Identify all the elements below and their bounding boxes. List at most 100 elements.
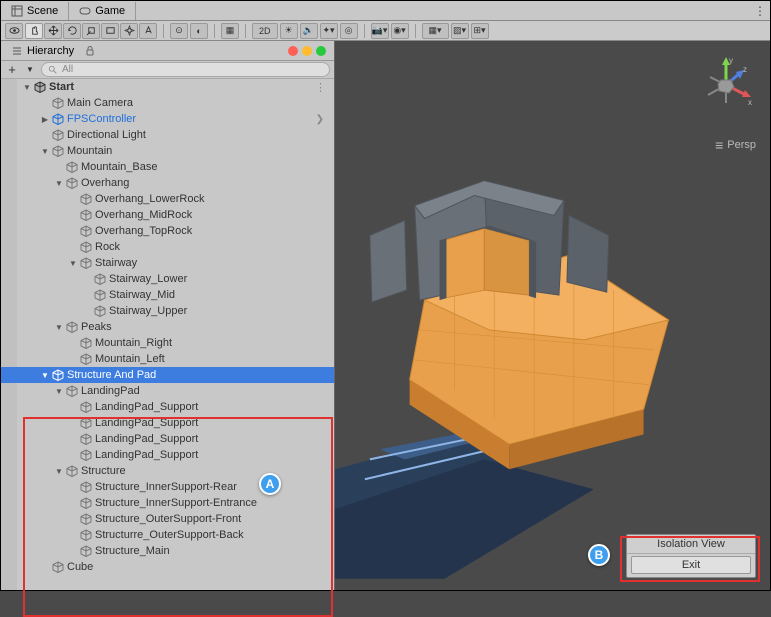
tree-item[interactable]: ▼Peaks [1, 319, 334, 335]
pivot-mode[interactable]: ⊙ [170, 23, 188, 39]
expand-toggle[interactable]: ▼ [53, 179, 65, 188]
callout-a: A [259, 473, 281, 495]
add-object-button[interactable]: + [5, 62, 19, 77]
expand-toggle[interactable]: ▼ [53, 387, 65, 396]
tree-item[interactable]: Overhang_LowerRock [1, 191, 334, 207]
tree-item[interactable]: Structure_Main [1, 543, 334, 559]
tab-game[interactable]: Game [69, 2, 136, 20]
tree-item[interactable]: Cube [1, 559, 334, 575]
tree-item[interactable]: Rock [1, 239, 334, 255]
camera-toggle[interactable]: 📷▾ [371, 23, 389, 39]
move-tool[interactable] [44, 23, 62, 39]
tree-item[interactable]: ▶ FPSController ❯ [1, 111, 334, 127]
add-dropdown[interactable]: ▼ [23, 65, 37, 74]
tree-item[interactable]: ▼ LandingPad [1, 383, 334, 399]
tree-item[interactable]: Overhang_TopRock [1, 223, 334, 239]
view-tool[interactable] [5, 23, 23, 39]
tree-item[interactable]: ▼Structure And Pad [1, 367, 334, 383]
tree-item[interactable]: LandingPad_Support [1, 447, 334, 463]
open-prefab-icon[interactable]: ❯ [316, 114, 324, 125]
close-window[interactable] [288, 46, 298, 56]
tree-item[interactable]: Main Camera [1, 95, 334, 111]
layers-dropdown[interactable]: ▨▾ [451, 23, 469, 39]
tree-item[interactable]: Structure_InnerSupport-Rear [1, 479, 334, 495]
audio-toggle[interactable]: 🔊 [300, 23, 318, 39]
transform-tool[interactable] [120, 23, 138, 39]
tree-item[interactable]: ▼Stairway [1, 255, 334, 271]
orientation-gizmo[interactable]: y x z [696, 55, 756, 115]
grid-snap[interactable]: ▦ [221, 23, 239, 39]
rect-tool[interactable] [101, 23, 119, 39]
scene-options-icon[interactable]: ⋮ [315, 81, 326, 94]
tree-item-label: Cube [67, 561, 93, 573]
hidden-toggle[interactable]: ◎ [340, 23, 358, 39]
tree-item[interactable]: Directional Light [1, 127, 334, 143]
tree-item[interactable]: Mountain_Left [1, 351, 334, 367]
window-controls [288, 46, 326, 56]
tree-item[interactable]: ▼Structure [1, 463, 334, 479]
hierarchy-search[interactable]: All [41, 62, 330, 77]
tree-item[interactable]: Stairway_Mid [1, 287, 334, 303]
gizmos-dropdown[interactable]: ⊞▾ [471, 23, 489, 39]
expand-toggle[interactable]: ▼ [53, 467, 65, 476]
expand-toggle[interactable]: ▼ [67, 259, 79, 268]
gameobject-icon [65, 160, 79, 174]
tree-item[interactable]: Structure_OuterSupport-Front [1, 511, 334, 527]
tree-item[interactable]: Stairway_Upper [1, 303, 334, 319]
search-placeholder: All [62, 64, 73, 75]
gameobject-icon [51, 560, 65, 574]
pivot-rotation[interactable]: ◐ [190, 23, 208, 39]
scene-root[interactable]: ▼ Start ⋮ [1, 79, 334, 95]
tree-item-label: LandingPad [81, 385, 140, 397]
tab-scene[interactable]: Scene [1, 2, 69, 20]
gizmo-toggle[interactable]: ◉▾ [391, 23, 409, 39]
gameobject-icon [79, 352, 93, 366]
tree-item[interactable]: Mountain_Base [1, 159, 334, 175]
draw-mode[interactable]: ▦▾ [422, 23, 449, 39]
expand-toggle[interactable]: ▼ [53, 323, 65, 332]
hierarchy-title: Hierarchy [27, 45, 74, 57]
mode-2d[interactable]: 2D [252, 23, 278, 39]
tree-item-label: Directional Light [67, 129, 146, 141]
gameobject-icon [79, 448, 93, 462]
minimize-window[interactable] [302, 46, 312, 56]
tree-item-label: Structure_InnerSupport-Rear [95, 481, 237, 493]
expand-toggle[interactable]: ▼ [39, 371, 51, 380]
scene-viewport[interactable]: y x z ≡ Persp Isolation View Exit [335, 41, 770, 590]
projection-label[interactable]: ≡ Persp [715, 137, 756, 153]
lighting-toggle[interactable]: ☀ [280, 23, 298, 39]
custom-tool[interactable] [139, 23, 157, 39]
tree-item-label: FPSController [67, 113, 136, 125]
rotate-tool[interactable] [63, 23, 81, 39]
gameobject-icon [79, 400, 93, 414]
tree-item[interactable]: LandingPad_Support [1, 415, 334, 431]
tree-item[interactable]: Structurre_OuterSupport-Back [1, 527, 334, 543]
hierarchy-panel: Hierarchy + ▼ All ▼ Start ⋮ [1, 41, 335, 590]
tab-scene-label: Scene [27, 5, 58, 17]
hand-tool[interactable] [25, 23, 43, 39]
scene-toolbar: ⊙ ◐ ▦ 2D ☀ 🔊 ✦▾ ◎ 📷▾ ◉▾ ▦▾ ▨▾ ⊞▾ [1, 21, 770, 41]
tree-item[interactable]: Mountain_Right [1, 335, 334, 351]
expand-toggle[interactable]: ▼ [39, 147, 51, 156]
tree-item[interactable]: ▼Mountain [1, 143, 334, 159]
hierarchy-tree[interactable]: ▼ Start ⋮ Main Camera ▶ FPSController ❯ Dire… [1, 79, 334, 590]
tree-item[interactable]: Structure_InnerSupport-Entrance [1, 495, 334, 511]
expand-toggle[interactable]: ▶ [39, 115, 51, 124]
tree-item[interactable]: ▼Overhang [1, 175, 334, 191]
gameobject-icon [65, 464, 79, 478]
tree-item[interactable]: Overhang_MidRock [1, 207, 334, 223]
tree-item-label: Stairway_Lower [109, 273, 187, 285]
tree-item[interactable]: Stairway_Lower [1, 271, 334, 287]
axis-z-label: z [743, 65, 747, 74]
tree-item[interactable]: LandingPad_Support [1, 399, 334, 415]
hierarchy-tab[interactable]: Hierarchy [5, 43, 80, 59]
maximize-window[interactable] [316, 46, 326, 56]
scale-tool[interactable] [82, 23, 100, 39]
lock-icon[interactable] [84, 45, 96, 57]
isolation-exit-button[interactable]: Exit [631, 556, 751, 574]
tree-item[interactable]: LandingPad_Support [1, 431, 334, 447]
tab-options-icon[interactable]: ⋮ [750, 4, 770, 18]
gameobject-icon [79, 528, 93, 542]
tree-item-label: LandingPad_Support [95, 449, 198, 461]
fx-toggle[interactable]: ✦▾ [320, 23, 338, 39]
